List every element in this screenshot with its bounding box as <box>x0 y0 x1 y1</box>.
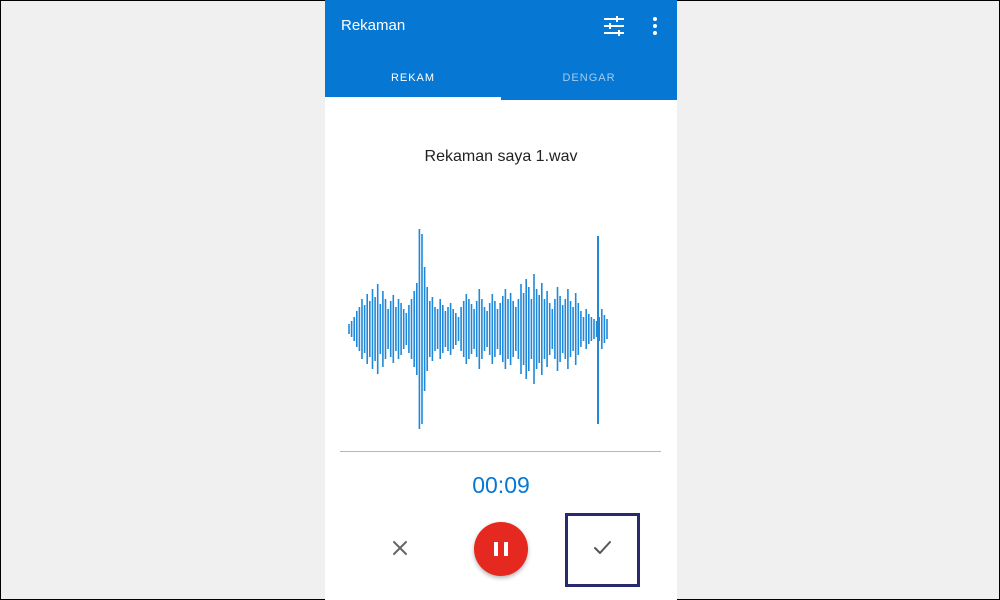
check-icon <box>594 541 611 554</box>
settings-sliders-icon[interactable] <box>599 12 629 40</box>
tab-dengar[interactable]: DENGAR <box>501 56 677 100</box>
recording-timer: 00:09 <box>472 472 530 498</box>
app-screen: Rekaman REKAM DENGAR Rekaman saya 1.wav … <box>325 0 677 600</box>
cancel-button[interactable] <box>385 533 415 563</box>
confirm-button[interactable] <box>587 533 617 563</box>
active-tab-indicator <box>325 97 501 100</box>
pause-icon <box>494 542 508 556</box>
more-vertical-icon[interactable] <box>643 12 667 40</box>
pause-button[interactable] <box>474 522 528 576</box>
audio-waveform <box>348 229 608 429</box>
close-icon <box>393 541 407 555</box>
app-bar: Rekaman REKAM DENGAR <box>325 0 677 100</box>
app-title: Rekaman <box>341 17 406 34</box>
waveform-baseline <box>340 451 661 452</box>
recording-file-name: Rekaman saya 1.wav <box>424 148 578 165</box>
tab-rekam[interactable]: REKAM <box>325 56 501 100</box>
